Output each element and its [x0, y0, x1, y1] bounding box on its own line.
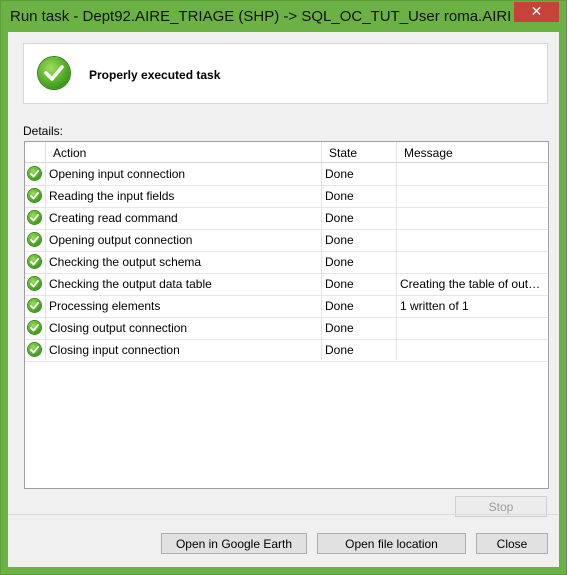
check-circle-icon [28, 321, 41, 334]
cell-action: Closing input connection [49, 343, 180, 357]
dialog-body: Properly executed task Details: Action S… [8, 32, 559, 567]
cell-state: Done [325, 299, 354, 313]
cell-state: Done [325, 321, 354, 335]
check-circle-icon [28, 255, 41, 268]
cell-action: Checking the output data table [49, 277, 212, 291]
run-task-window: Run task - Dept92.AIRE_TRIAGE (SHP) -> S… [0, 0, 567, 575]
check-circle-icon [28, 167, 41, 180]
table-row[interactable]: Checking the output data table Done Creati… [25, 273, 548, 296]
check-circle-icon [38, 57, 70, 89]
footer-divider [8, 514, 559, 515]
column-header-state[interactable]: State [329, 146, 357, 160]
cell-state: Done [325, 233, 354, 247]
check-circle-icon [28, 189, 41, 202]
status-panel: Properly executed task [23, 43, 548, 104]
table-row[interactable]: Processing elements Done 1 written of 1 [25, 295, 548, 318]
close-window-button[interactable]: ✕ [514, 2, 559, 22]
details-label: Details: [23, 124, 64, 138]
check-circle-icon [28, 299, 41, 312]
window-title: Run task - Dept92.AIRE_TRIAGE (SHP) -> S… [10, 8, 510, 25]
cell-action: Checking the output schema [49, 255, 202, 269]
table-row[interactable]: Closing output connection Done [25, 317, 548, 340]
details-table[interactable]: Action State Message Opening input conne… [24, 141, 549, 489]
cell-action: Processing elements [49, 299, 161, 313]
cell-action: Reading the input fields [49, 189, 175, 203]
cell-action: Closing output connection [49, 321, 188, 335]
table-row[interactable]: Opening input connection Done [25, 163, 548, 186]
table-row[interactable]: Opening output connection Done [25, 229, 548, 252]
cell-action: Opening output connection [49, 233, 193, 247]
cell-state: Done [325, 255, 354, 269]
cell-state: Done [325, 343, 354, 357]
table-row[interactable]: Closing input connection Done [25, 339, 548, 362]
cell-action: Creating read command [49, 211, 178, 225]
open-google-earth-button[interactable]: Open in Google Earth [161, 533, 307, 554]
close-button[interactable]: Close [476, 533, 548, 554]
cell-state: Done [325, 277, 354, 291]
status-text: Properly executed task [89, 68, 221, 82]
cell-state: Done [325, 211, 354, 225]
table-row[interactable]: Checking the output schema Done [25, 251, 548, 274]
table-row[interactable]: Reading the input fields Done [25, 185, 548, 208]
title-bar[interactable]: Run task - Dept92.AIRE_TRIAGE (SHP) -> S… [1, 1, 566, 32]
cell-state: Done [325, 189, 354, 203]
column-header-message[interactable]: Message [404, 146, 453, 160]
check-circle-icon [28, 233, 41, 246]
cell-state: Done [325, 167, 354, 181]
cell-action: Opening input connection [49, 167, 186, 181]
check-circle-icon [28, 277, 41, 290]
cell-message: Creating the table of output ... [400, 277, 545, 291]
open-file-location-button[interactable]: Open file location [317, 533, 466, 554]
table-row[interactable]: Creating read command Done [25, 207, 548, 230]
check-circle-icon [28, 211, 41, 224]
table-header: Action State Message [25, 142, 548, 163]
check-circle-icon [28, 343, 41, 356]
column-header-action[interactable]: Action [53, 146, 86, 160]
cell-message: 1 written of 1 [400, 299, 469, 313]
